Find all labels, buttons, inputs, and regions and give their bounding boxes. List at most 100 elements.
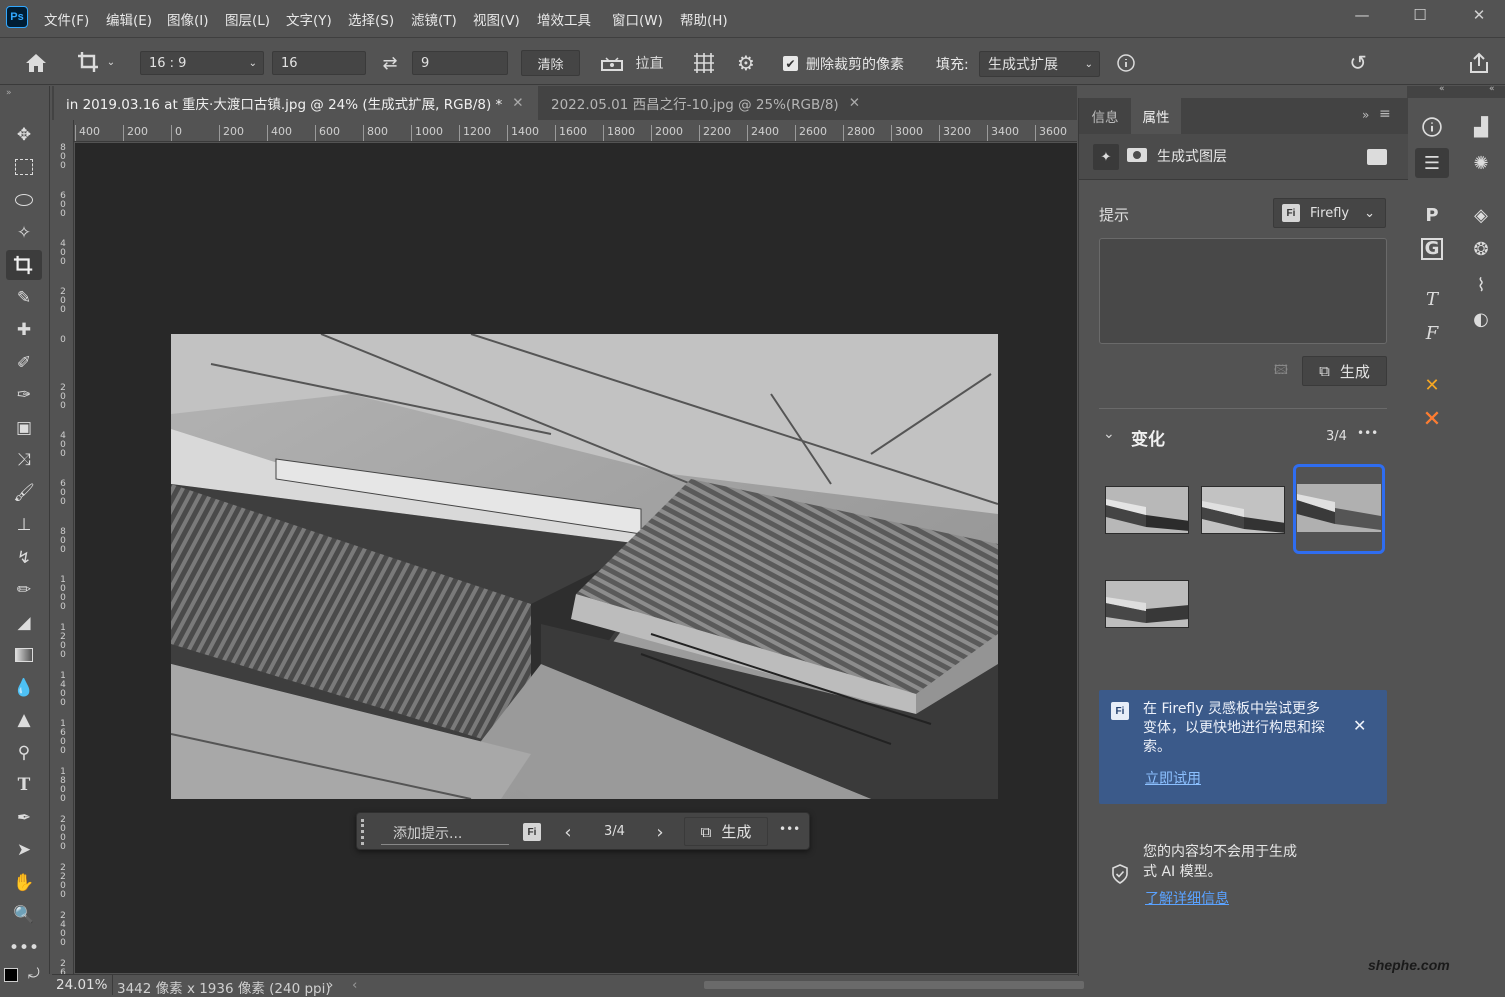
status-arrow[interactable]: ›: [328, 977, 333, 993]
reference-image-button[interactable]: 🖾: [1269, 362, 1293, 382]
menu-image[interactable]: 图像(I): [167, 9, 209, 29]
tab-info[interactable]: 信息: [1079, 98, 1131, 134]
more-options-button[interactable]: •••: [779, 822, 800, 836]
overlay-grid-button[interactable]: [690, 51, 718, 75]
history-brush-tool[interactable]: ↯: [6, 543, 42, 573]
hand-tool[interactable]: ✋: [6, 868, 42, 898]
character-styles-button[interactable]: T: [1415, 284, 1449, 314]
panel-menu-icon[interactable]: ≡: [1379, 106, 1391, 122]
content-aware-move-tool[interactable]: ⤨: [6, 445, 42, 475]
menu-file[interactable]: 文件(F): [44, 9, 89, 29]
close-icon[interactable]: ✕: [849, 95, 860, 111]
model-select[interactable]: Fi Firefly ⌄: [1273, 198, 1386, 228]
next-variation-button[interactable]: ›: [649, 821, 671, 843]
menu-window[interactable]: 窗口(W): [612, 9, 663, 29]
prompt-textarea[interactable]: [1099, 238, 1387, 344]
plugin-button-2[interactable]: ✕: [1415, 404, 1449, 434]
close-icon[interactable]: ✕: [512, 95, 523, 111]
menu-edit[interactable]: 编辑(E): [106, 9, 152, 29]
eyedropper-tool[interactable]: ✎: [6, 283, 42, 313]
paths-panel-button[interactable]: ⌇: [1464, 270, 1498, 300]
collapse-icon[interactable]: «: [1439, 84, 1445, 94]
collapse-icon[interactable]: «: [1489, 84, 1495, 94]
brush-tool[interactable]: 🖌: [6, 478, 42, 508]
layers-panel-button[interactable]: ◈: [1464, 200, 1498, 230]
type-tool[interactable]: T: [6, 770, 42, 800]
adjustments-panel-button[interactable]: ◐: [1464, 304, 1498, 334]
fill-select[interactable]: 生成式扩展 ⌄: [979, 51, 1100, 77]
delete-cropped-checkbox[interactable]: ✔: [783, 56, 798, 71]
properties-panel-button[interactable]: ☰: [1415, 148, 1449, 178]
document-image[interactable]: [171, 334, 998, 799]
close-icon[interactable]: ✕: [1353, 716, 1366, 735]
drag-handle[interactable]: [361, 819, 367, 845]
path-select-tool[interactable]: ➤: [6, 835, 42, 865]
art-history-tool[interactable]: ✏: [6, 575, 42, 605]
width-input[interactable]: 16: [272, 51, 366, 75]
learn-more-link[interactable]: 了解详细信息: [1145, 888, 1229, 908]
menu-filter[interactable]: 滤镜(T): [411, 9, 457, 29]
eraser-tool[interactable]: ◢: [6, 608, 42, 638]
share-button[interactable]: [1465, 50, 1493, 76]
zoom-tool[interactable]: 🔍: [6, 900, 42, 930]
reset-button[interactable]: ↺: [1344, 51, 1372, 75]
pen-tool[interactable]: ✒: [6, 803, 42, 833]
sharpen-tool[interactable]: ▲: [6, 705, 42, 735]
straighten-button[interactable]: 拉直: [594, 51, 669, 75]
home-button[interactable]: [22, 51, 50, 75]
previous-variation-button[interactable]: ‹: [557, 821, 579, 843]
blur-tool[interactable]: 💧: [6, 673, 42, 703]
ratio-select[interactable]: 16 : 9 ⌄: [140, 51, 264, 75]
more-tools[interactable]: •••: [6, 933, 42, 963]
marquee-tool[interactable]: [6, 152, 42, 182]
paragraph-styles-button[interactable]: F: [1415, 318, 1449, 348]
generate-button[interactable]: ⧉ 生成: [684, 817, 768, 846]
canvas-area[interactable]: 添加提示... Fi ‹ 3/4 › ⧉ 生成 •••: [75, 143, 1077, 973]
prompt-input[interactable]: 添加提示...: [381, 821, 509, 845]
menu-layer[interactable]: 图层(L): [225, 9, 270, 29]
menu-select[interactable]: 选择(S): [348, 9, 394, 29]
variation-thumbnail-selected[interactable]: [1293, 464, 1385, 554]
crop-settings-button[interactable]: ⚙: [732, 51, 760, 75]
info-panel-button[interactable]: [1415, 112, 1449, 142]
variation-thumbnail[interactable]: [1201, 486, 1285, 534]
clear-button[interactable]: 清除: [521, 50, 580, 76]
maximize-button[interactable]: ☐: [1405, 4, 1435, 26]
foreground-color-swatch[interactable]: [4, 968, 18, 982]
horizontal-scrollbar[interactable]: [704, 981, 1084, 989]
menu-type[interactable]: 文字(Y): [286, 9, 332, 29]
move-tool[interactable]: ✥: [6, 120, 42, 150]
histogram-panel-button[interactable]: ▟: [1464, 112, 1498, 142]
minimize-button[interactable]: —: [1347, 4, 1377, 26]
info-button[interactable]: [1113, 51, 1139, 75]
tab-properties[interactable]: 属性: [1131, 98, 1181, 134]
height-input[interactable]: 9: [412, 51, 508, 75]
crop-tool-preset[interactable]: ⌄: [74, 49, 118, 75]
menu-plugins[interactable]: 增效工具: [537, 9, 591, 29]
crop-tool[interactable]: [6, 250, 42, 280]
navigator-panel-button[interactable]: ✺: [1464, 148, 1498, 178]
zoom-level[interactable]: 24.01%: [56, 977, 107, 993]
dodge-tool[interactable]: ⚲: [6, 738, 42, 768]
healing-brush-tool[interactable]: ✑: [6, 380, 42, 410]
try-now-link[interactable]: 立即试用: [1145, 768, 1201, 788]
swap-button[interactable]: ⇄: [376, 52, 404, 74]
variation-thumbnail[interactable]: [1105, 486, 1189, 534]
tab-document-1[interactable]: in 2019.03.16 at 重庆·大渡口古镇.jpg @ 24% (生成式…: [54, 86, 538, 120]
variation-thumbnail[interactable]: [1105, 580, 1189, 628]
collapse-icon[interactable]: »: [6, 88, 12, 98]
clone-stamp-tool[interactable]: ⊥: [6, 510, 42, 540]
channels-panel-button[interactable]: ❂: [1464, 234, 1498, 264]
generative-layer-menu-button[interactable]: [1365, 146, 1389, 168]
gradient-tool[interactable]: [6, 640, 42, 670]
lasso-tool[interactable]: [6, 185, 42, 215]
plugin-button-1[interactable]: ✕: [1415, 370, 1449, 400]
object-select-tool[interactable]: ▣: [6, 413, 42, 443]
remove-tool[interactable]: ✐: [6, 348, 42, 378]
chevron-down-icon[interactable]: ⌄: [1103, 426, 1115, 442]
menu-view[interactable]: 视图(V): [473, 9, 520, 29]
glyphs-panel-button[interactable]: G: [1415, 234, 1449, 264]
scroll-left-button[interactable]: ‹: [352, 977, 357, 993]
close-button[interactable]: ✕: [1464, 4, 1494, 26]
spot-healing-tool[interactable]: ✚: [6, 315, 42, 345]
